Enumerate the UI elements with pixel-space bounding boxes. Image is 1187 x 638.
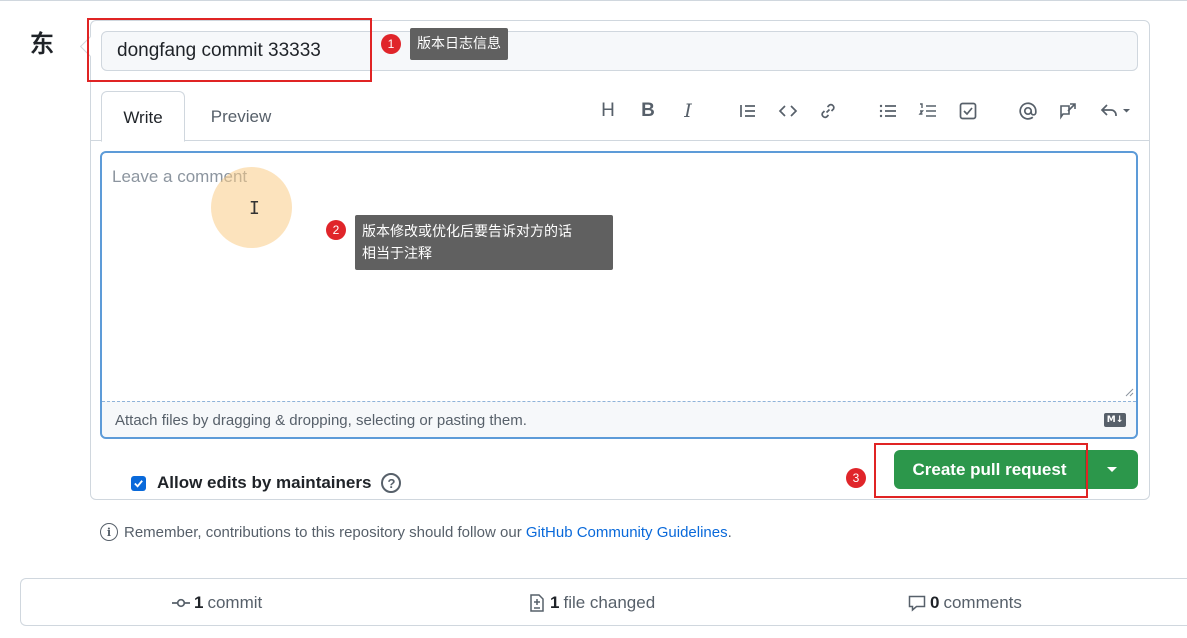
comment-icon bbox=[908, 595, 926, 612]
help-icon[interactable]: ? bbox=[381, 473, 402, 493]
link-svg bbox=[821, 103, 835, 119]
allow-edits-row: Allow edits by maintainers ? bbox=[131, 472, 402, 494]
italic-icon[interactable]: I bbox=[675, 98, 701, 124]
heading-icon[interactable]: H bbox=[595, 98, 621, 124]
tab-write[interactable]: Write bbox=[101, 91, 185, 142]
text-cursor-icon: I bbox=[249, 198, 260, 219]
comments-label: comments bbox=[943, 593, 1022, 612]
attach-files-hint: Attach files by dragging & dropping, sel… bbox=[115, 412, 527, 429]
file-diff-icon bbox=[530, 594, 544, 612]
ol-svg bbox=[918, 103, 936, 117]
quote-svg bbox=[740, 105, 755, 117]
annotation-box-3 bbox=[874, 443, 1088, 498]
markdown-icon[interactable]: M↓ bbox=[1104, 413, 1126, 427]
allow-edits-checkbox[interactable] bbox=[131, 475, 146, 491]
files-label: file changed bbox=[563, 593, 656, 612]
caret-down-icon bbox=[1107, 467, 1117, 472]
pr-stats-bar: 1 commit 1 file changed 0 comments bbox=[20, 578, 1187, 626]
files-count: 1 bbox=[550, 593, 560, 612]
comments-stat[interactable]: 0 comments bbox=[907, 579, 1022, 627]
annotation-tooltip-1: 版本日志信息 bbox=[410, 28, 508, 60]
files-changed-stat[interactable]: 1 file changed bbox=[527, 579, 655, 627]
guidelines-suffix: . bbox=[727, 523, 732, 541]
task-list-icon[interactable] bbox=[955, 98, 981, 124]
tab-preview[interactable]: Preview bbox=[195, 91, 287, 141]
annotation-text-2b: 相当于注释 bbox=[362, 246, 432, 262]
commit-icon bbox=[172, 598, 190, 608]
commits-count: 1 bbox=[194, 593, 204, 612]
create-options-dropdown-button[interactable] bbox=[1086, 450, 1138, 489]
community-guidelines-link[interactable]: GitHub Community Guidelines bbox=[526, 524, 728, 541]
mention-svg bbox=[1019, 102, 1037, 120]
comments-count: 0 bbox=[930, 593, 940, 612]
bold-glyph: B bbox=[641, 100, 655, 121]
code-svg bbox=[778, 105, 798, 117]
resize-handle[interactable] bbox=[1124, 387, 1134, 397]
saved-replies-icon[interactable] bbox=[1095, 98, 1135, 124]
italic-glyph: I bbox=[684, 100, 692, 122]
avatar: 东 bbox=[30, 30, 54, 58]
annotation-box-1 bbox=[87, 18, 372, 82]
ordered-list-icon[interactable] bbox=[915, 98, 941, 124]
commits-label: commit bbox=[207, 593, 263, 612]
xref-svg bbox=[1060, 103, 1076, 120]
ul-svg bbox=[879, 104, 896, 118]
reply-svg bbox=[1100, 104, 1130, 116]
top-divider bbox=[0, 0, 1187, 1]
annotation-text-2a: 版本修改或优化后要告诉对方的话 bbox=[362, 224, 572, 240]
allow-edits-label[interactable]: Allow edits by maintainers bbox=[157, 473, 371, 493]
bold-icon[interactable]: B bbox=[635, 98, 661, 124]
commits-stat[interactable]: 1 commit bbox=[171, 579, 262, 627]
annotation-badge-2: 2 bbox=[326, 220, 346, 240]
checkmark-icon bbox=[134, 479, 143, 488]
unordered-list-icon[interactable] bbox=[875, 98, 901, 124]
code-icon[interactable] bbox=[775, 98, 801, 124]
task-svg bbox=[959, 102, 977, 120]
heading-glyph: H bbox=[601, 100, 615, 121]
annotation-text-1: 版本日志信息 bbox=[417, 36, 501, 52]
attach-files-bar[interactable]: Attach files by dragging & dropping, sel… bbox=[102, 401, 1136, 437]
quote-icon[interactable] bbox=[735, 98, 761, 124]
info-icon: i bbox=[100, 523, 118, 541]
mention-icon[interactable] bbox=[1015, 98, 1041, 124]
guidelines-prefix: Remember, contributions to this reposito… bbox=[124, 523, 526, 541]
annotation-badge-1: 1 bbox=[381, 34, 401, 54]
cross-reference-icon[interactable] bbox=[1055, 98, 1081, 124]
link-icon[interactable] bbox=[815, 98, 841, 124]
annotation-badge-3: 3 bbox=[846, 468, 866, 488]
annotation-tooltip-2: 版本修改或优化后要告诉对方的话 相当于注释 bbox=[355, 215, 613, 270]
guidelines-note: i Remember, contributions to this reposi… bbox=[100, 522, 732, 542]
